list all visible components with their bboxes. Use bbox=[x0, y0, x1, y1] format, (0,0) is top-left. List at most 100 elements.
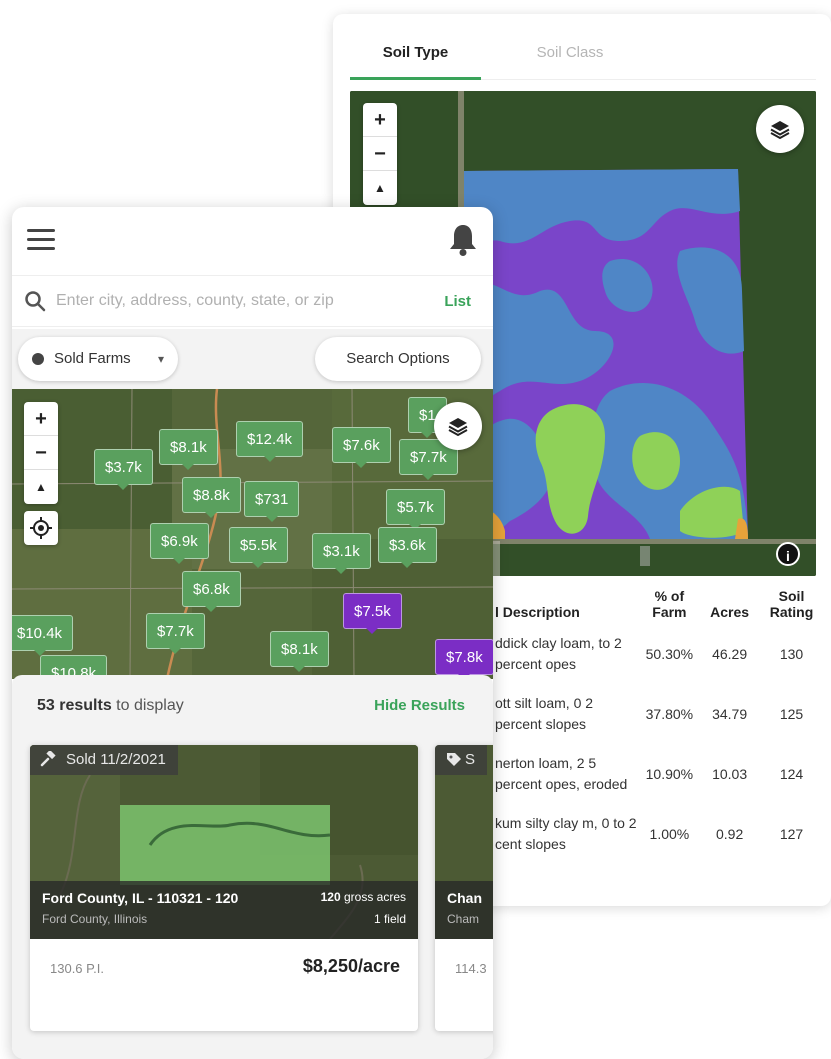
listing-title: Ford County, IL - 110321 - 120 bbox=[42, 890, 239, 906]
listing-acres: 120 gross acres bbox=[321, 890, 406, 904]
header-percent-farm: % of Farm bbox=[652, 588, 687, 620]
listing-location: Cham bbox=[447, 912, 480, 926]
table-row: ddick clay loam, to 2 percent opes 50.30… bbox=[493, 624, 823, 684]
search-options-button[interactable]: Search Options bbox=[315, 337, 481, 381]
hide-results-button[interactable]: Hide Results bbox=[374, 697, 465, 714]
zoom-out-button[interactable]: − bbox=[363, 137, 397, 171]
table-row: nerton loam, 2 5 percent opes, eroded 10… bbox=[493, 744, 823, 804]
layers-button[interactable] bbox=[434, 402, 482, 450]
listing-badge-text: S bbox=[465, 751, 476, 768]
soil-map-zoom-controls: + − ▲ bbox=[363, 103, 397, 205]
listings-map-zoom-controls: + − ▲ bbox=[24, 402, 58, 504]
listing-productivity-index: 114.3 bbox=[455, 961, 487, 976]
layers-button[interactable] bbox=[756, 105, 804, 153]
soil-tabs: Soil Type Soil Class bbox=[350, 44, 816, 80]
zoom-out-button[interactable]: − bbox=[24, 436, 58, 470]
price-tag[interactable]: $7.7k bbox=[146, 613, 205, 654]
price-tag[interactable]: $8.8k bbox=[182, 477, 241, 518]
layers-icon bbox=[448, 418, 468, 437]
listing-productivity-index: 130.6 P.I. bbox=[50, 961, 104, 976]
results-count: 53 results to display bbox=[37, 697, 184, 715]
listing-image: S Chan Cham bbox=[435, 745, 493, 939]
gavel-icon bbox=[40, 751, 56, 767]
price-tag-highlighted[interactable]: $7.5k bbox=[343, 593, 402, 634]
soil-rating: 125 bbox=[779, 706, 804, 722]
listing-card[interactable]: Sold 11/2/2021 Ford County, IL - 110321 … bbox=[30, 745, 418, 1031]
listings-map[interactable]: $1 $8.1k $12.4k $7.6k $7.7k $3.7k $8.8k … bbox=[12, 389, 493, 679]
tab-soil-type[interactable]: Soil Type bbox=[350, 44, 481, 80]
locate-me-button[interactable] bbox=[24, 511, 58, 545]
price-tag[interactable]: $5.7k bbox=[386, 489, 445, 530]
acres-value: 0.92 bbox=[716, 826, 744, 842]
price-tag[interactable]: $6.8k bbox=[182, 571, 241, 612]
results-count-suffix: to display bbox=[111, 697, 184, 714]
app-top-bar bbox=[12, 207, 493, 273]
layers-icon bbox=[770, 121, 790, 140]
listing-badge: S bbox=[435, 745, 488, 775]
compass-icon[interactable]: ▲ bbox=[363, 171, 397, 205]
zoom-in-button[interactable]: + bbox=[24, 402, 58, 436]
listing-acres-value: 120 bbox=[320, 890, 341, 904]
mobile-app-card: List Sold Farms ▾ Search Options $1 $8.1… bbox=[12, 207, 493, 1059]
status-dot-icon bbox=[32, 353, 44, 365]
sold-farms-dropdown[interactable]: Sold Farms ▾ bbox=[18, 337, 178, 381]
acres-value: 10.03 bbox=[712, 766, 748, 782]
chevron-down-icon: ▾ bbox=[157, 352, 164, 366]
price-tag[interactable]: $3.6k bbox=[378, 527, 437, 568]
results-count-number: 53 results bbox=[37, 697, 112, 714]
acres-value: 34.79 bbox=[712, 706, 748, 722]
price-tag[interactable]: $7.6k bbox=[332, 427, 391, 468]
tag-icon bbox=[447, 753, 461, 766]
price-tag[interactable]: $8.1k bbox=[159, 429, 218, 470]
listing-title: Chan bbox=[447, 890, 482, 906]
soil-rating: 130 bbox=[779, 646, 804, 662]
list-view-link[interactable]: List bbox=[444, 293, 471, 310]
price-tag-highlighted[interactable]: $7.8k bbox=[435, 639, 493, 679]
listing-card[interactable]: S Chan Cham 114.3 bbox=[435, 745, 493, 1031]
soil-description: nerton loam, 2 5 percent opes, eroded bbox=[495, 755, 628, 792]
search-bar: List bbox=[12, 275, 493, 327]
soil-description: ddick clay loam, to 2 percent opes bbox=[495, 635, 622, 672]
header-soil-rating: Soil Rating bbox=[769, 588, 814, 620]
bell-icon[interactable] bbox=[448, 223, 478, 257]
sold-farms-label: Sold Farms bbox=[54, 350, 131, 367]
sold-badge: Sold 11/2/2021 bbox=[30, 745, 178, 775]
filter-row: Sold Farms ▾ Search Options bbox=[12, 329, 493, 389]
soil-table: l Description % of Farm Acres Soil Ratin… bbox=[493, 584, 823, 864]
info-icon[interactable]: i bbox=[776, 542, 800, 566]
table-row: kum silty clay m, 0 to 2 cent slopes 1.0… bbox=[493, 804, 823, 864]
listing-fields: 1 field bbox=[373, 912, 406, 926]
results-panel: 53 results to display Hide Results Sold … bbox=[12, 675, 493, 1059]
crosshair-icon bbox=[30, 517, 52, 539]
tab-soil-class[interactable]: Soil Class bbox=[510, 44, 630, 80]
compass-icon[interactable]: ▲ bbox=[24, 470, 58, 504]
price-tag[interactable]: $12.4k bbox=[236, 421, 304, 462]
listing-location: Ford County, Illinois bbox=[42, 912, 148, 926]
price-tag[interactable]: $6.9k bbox=[150, 523, 209, 564]
header-description: l Description bbox=[495, 604, 580, 620]
percent-of-farm: 50.30% bbox=[645, 646, 694, 662]
price-tag[interactable]: $8.1k bbox=[270, 631, 329, 672]
soil-description: ott silt loam, 0 2 percent slopes bbox=[495, 695, 594, 732]
listing-acres-suffix: gross acres bbox=[340, 890, 406, 904]
listing-image: Sold 11/2/2021 Ford County, IL - 110321 … bbox=[30, 745, 418, 939]
zoom-in-button[interactable]: + bbox=[363, 103, 397, 137]
price-tag[interactable]: $10.4k bbox=[12, 615, 74, 656]
soil-table-header: l Description % of Farm Acres Soil Ratin… bbox=[493, 584, 823, 624]
search-input[interactable] bbox=[56, 286, 426, 316]
menu-icon[interactable] bbox=[27, 229, 55, 251]
soil-rating: 127 bbox=[779, 826, 804, 842]
sold-date: Sold 11/2/2021 bbox=[66, 751, 166, 768]
header-acres: Acres bbox=[710, 604, 750, 620]
price-tag[interactable]: $3.1k bbox=[312, 533, 371, 574]
acres-value: 46.29 bbox=[712, 646, 748, 662]
price-tag[interactable]: $731 bbox=[244, 481, 300, 522]
percent-of-farm: 37.80% bbox=[645, 706, 694, 722]
listing-title-bar: Ford County, IL - 110321 - 120 Ford Coun… bbox=[30, 881, 418, 939]
listing-title-bar: Chan Cham bbox=[435, 881, 493, 939]
price-tag[interactable]: $3.7k bbox=[94, 449, 153, 490]
price-tag[interactable]: $5.5k bbox=[229, 527, 288, 568]
listing-price: $8,250/acre bbox=[302, 956, 400, 976]
soil-description: kum silty clay m, 0 to 2 cent slopes bbox=[495, 815, 637, 852]
percent-of-farm: 1.00% bbox=[649, 826, 690, 842]
